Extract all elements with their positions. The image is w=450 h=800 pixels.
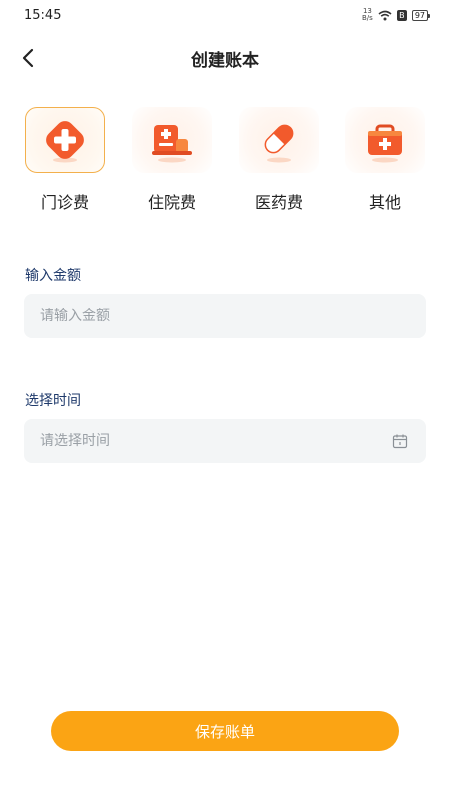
category-icon-box: [345, 107, 425, 173]
medical-cross-icon: [46, 121, 84, 163]
category-icon-box: [25, 107, 105, 173]
header: 创建账本: [0, 38, 450, 78]
status-time: 15:45: [24, 7, 62, 23]
status-bar: 15:45 13 B/s B 97: [0, 0, 450, 30]
amount-input[interactable]: [40, 308, 410, 324]
category-icon-box: [239, 107, 319, 173]
category-icon-box: [132, 107, 212, 173]
pill-capsule-icon: [264, 124, 294, 163]
category-medicine[interactable]: 医药费: [237, 107, 321, 213]
category-label: 门诊费: [40, 193, 89, 212]
category-other[interactable]: 其他: [343, 107, 427, 213]
save-bill-button[interactable]: 保存账单: [51, 711, 399, 751]
chevron-left-icon: [22, 48, 34, 68]
time-field[interactable]: [24, 419, 426, 463]
category-hospitalization[interactable]: 住院费: [130, 107, 214, 213]
page-title: 创建账本: [191, 50, 259, 71]
calendar-icon[interactable]: [392, 433, 408, 449]
battery-icon: 97: [411, 9, 431, 21]
category-label: 住院费: [147, 193, 196, 212]
notification-badge-icon: B: [396, 9, 407, 21]
back-button[interactable]: [14, 44, 42, 72]
wifi-icon: [378, 6, 392, 25]
hospital-bed-icon: [152, 125, 192, 163]
save-bill-button-label: 保存账单: [194, 722, 255, 741]
time-input[interactable]: [40, 433, 410, 449]
category-label: 医药费: [254, 193, 303, 212]
network-speed: 13 B/s: [362, 8, 373, 22]
time-label: 选择时间: [25, 393, 81, 409]
battery-level: 97: [414, 10, 425, 20]
category-outpatient[interactable]: 门诊费: [23, 107, 107, 213]
network-speed-unit: B/s: [362, 14, 373, 22]
category-label: 其他: [368, 193, 401, 212]
amount-label: 输入金额: [25, 268, 81, 284]
first-aid-kit-icon: [368, 124, 402, 163]
status-icons: 13 B/s B 97: [362, 6, 431, 25]
amount-field[interactable]: [24, 294, 426, 338]
